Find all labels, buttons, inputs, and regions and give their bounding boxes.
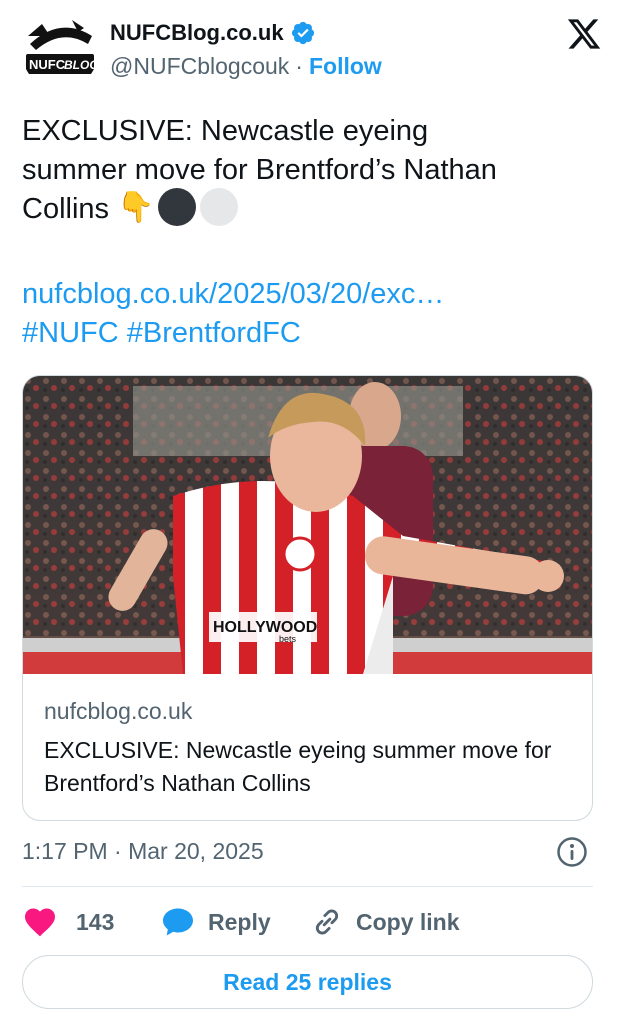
avatar-logo-icon: NUFC BLOG [22, 14, 98, 90]
card-domain: nufcblog.co.uk [44, 698, 193, 724]
tweet-text: EXCLUSIVE: Newcastle eyeing summer move … [22, 112, 607, 230]
tweet-timestamp[interactable]: 1:17 PM · Mar 20, 2025 [22, 838, 264, 865]
follow-button[interactable]: Follow [309, 53, 382, 80]
tweet-text-line: EXCLUSIVE: Newcastle eyeing [22, 115, 429, 147]
like-count: 143 [76, 908, 115, 935]
white-circle-icon [200, 188, 239, 227]
tweet-text-word: Collins [22, 193, 110, 225]
divider [22, 886, 593, 887]
emoji-row: 👇 [117, 188, 239, 227]
action-bar: 143 Reply Copy link [22, 902, 593, 942]
tweet-text-line: summer move for Brentford’s Nathan [22, 154, 497, 186]
handle-row: @NUFCblogcouk · Follow [110, 51, 382, 81]
account-avatar[interactable]: NUFC BLOG [22, 14, 98, 90]
x-logo-icon[interactable] [566, 16, 602, 52]
black-circle-icon [158, 188, 197, 227]
article-link[interactable]: nufcblog.co.uk/2025/03/20/exc… [22, 275, 607, 314]
info-icon[interactable] [556, 836, 588, 868]
svg-text:NUFC: NUFC [29, 57, 66, 72]
display-name[interactable]: NUFCBlog.co.uk [110, 20, 284, 46]
like-button[interactable]: 143 [22, 902, 114, 942]
svg-text:BLOG: BLOG [64, 58, 98, 72]
tweet-header: NUFC BLOG NUFCBlog.co.uk @NUFCblogcouk ·… [22, 14, 602, 90]
hashtags[interactable]: #NUFC #BrentfordFC [22, 314, 607, 353]
reply-label: Reply [208, 908, 271, 935]
svg-text:HOLLYWOOD: HOLLYWOOD [213, 619, 317, 636]
copy-link-button[interactable]: Copy link [310, 902, 460, 942]
tweet-text-line-3: Collins 👇 [22, 188, 607, 230]
read-replies-label: Read 25 replies [223, 968, 392, 995]
link-icon [315, 909, 339, 935]
speech-bubble-icon [163, 908, 193, 936]
copy-link-label: Copy link [356, 908, 460, 935]
verified-badge-icon [290, 20, 316, 46]
tweet-links: nufcblog.co.uk/2025/03/20/exc… #NUFC #Br… [22, 275, 607, 353]
link-preview-card[interactable]: HOLLYWOOD bets nufcblog.co.uk EXCLUSIVE:… [22, 375, 593, 821]
svg-text:bets: bets [279, 634, 297, 644]
heart-icon [25, 908, 55, 937]
account-handle[interactable]: @NUFCblogcouk [110, 53, 289, 80]
read-replies-button[interactable]: Read 25 replies [22, 955, 593, 1009]
article-image: HOLLYWOOD bets [23, 376, 592, 674]
card-title: EXCLUSIVE: Newcastle eyeing summer move … [44, 737, 552, 796]
separator-dot: · [295, 52, 303, 79]
pointing-down-emoji-icon: 👇 [117, 190, 155, 224]
name-row: NUFCBlog.co.uk [110, 16, 316, 50]
reply-button[interactable]: Reply [160, 902, 271, 942]
